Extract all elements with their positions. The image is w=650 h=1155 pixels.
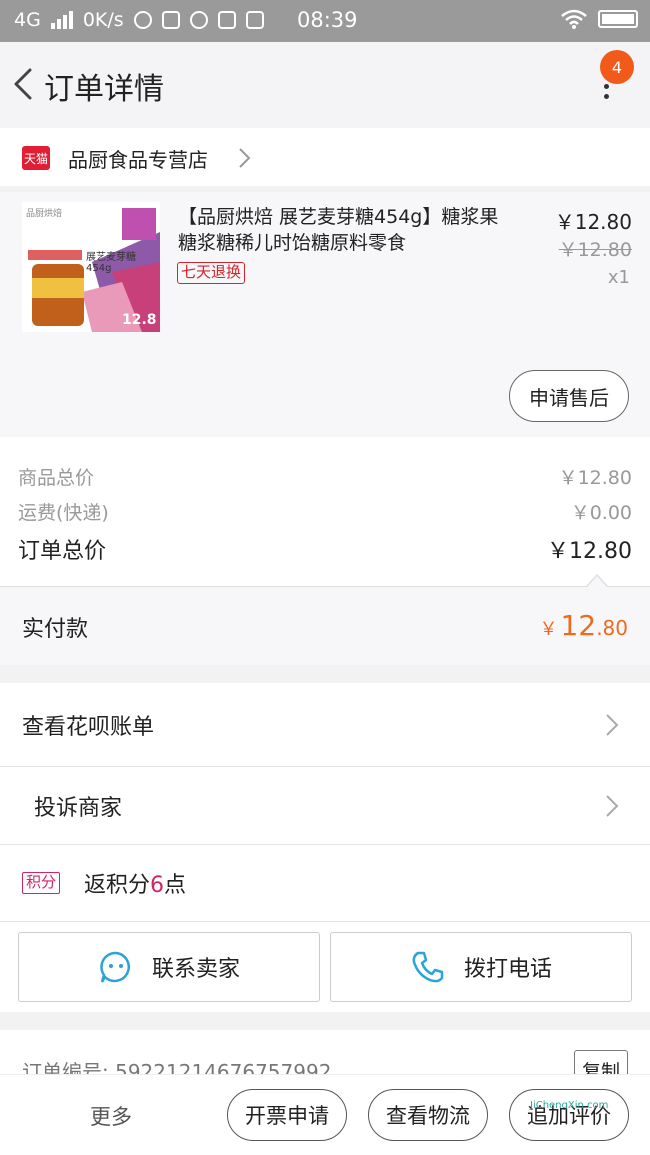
qq-icon <box>133 11 152 29</box>
order-total-row: 订单总价 ￥12.80 <box>18 533 632 565</box>
points-suffix: 点 <box>164 873 187 898</box>
chevron-right-icon <box>239 148 251 168</box>
huabei-bill-label: 查看花呗账单 <box>22 714 155 740</box>
product-quantity: x1 <box>607 267 630 288</box>
battery-icon <box>598 10 638 28</box>
chat-bubble-icon <box>100 951 130 983</box>
bottom-action-bar: 更多 开票申请 查看物流 追加评价 <box>0 1074 650 1155</box>
phone-icon <box>412 951 444 983</box>
seven-day-return-badge: 七天退换 <box>177 262 246 284</box>
shipping-value: ￥0.00 <box>570 502 632 524</box>
goods-total-value: ￥12.80 <box>558 467 632 489</box>
points-row: 积分 返积分6点 <box>0 845 650 922</box>
chat-icon <box>189 11 208 29</box>
order-total-label: 订单总价 <box>18 539 107 564</box>
points-prefix: 返积分 <box>84 873 151 898</box>
chevron-right-icon <box>606 713 619 736</box>
thumb-brand: 品厨烘焙 <box>26 209 63 219</box>
product-price: ￥12.80 <box>554 210 632 234</box>
status-left: 4G 0K/s <box>14 9 264 31</box>
product-thumbnail[interactable]: 品厨烘焙 展艺麦芽糖454g 12.8 <box>22 202 160 332</box>
shipping-label: 运费(快递) <box>18 502 109 524</box>
tmall-logo-icon: 天猫 <box>22 146 50 170</box>
more-button[interactable]: 更多 <box>90 1101 132 1131</box>
product-card[interactable]: 品厨烘焙 展艺麦芽糖454g 12.8 【品厨烘焙 展艺麦芽糖454g】糖浆果糖… <box>0 192 650 437</box>
price-summary: 商品总价 ￥12.80 运费(快递) ￥0.00 订单总价 ￥12.80 <box>0 437 650 587</box>
chevron-right-icon <box>606 794 619 817</box>
contact-actions: 联系卖家 拨打电话 <box>0 922 650 1012</box>
complain-seller-label: 投诉商家 <box>34 795 123 821</box>
order-number-row: 订单编号: 59221214676757992 复制 <box>0 1030 650 1080</box>
wifi-icon <box>561 9 587 29</box>
view-logistics-button[interactable]: 查看物流 <box>368 1089 488 1141</box>
original-price: ￥12.80 <box>558 239 632 261</box>
net-speed: 0K/s <box>82 9 124 31</box>
thumb-spec: 展艺麦芽糖454g <box>86 252 136 274</box>
status-right <box>560 9 638 29</box>
actual-payment-amount: ￥ 12 .80 <box>540 609 628 642</box>
browser-icon <box>161 11 180 29</box>
shipping-row: 运费(快递) ￥0.00 <box>18 498 632 525</box>
nav-bar: 订单详情 <box>0 42 650 128</box>
thumb-price: 12.8 <box>122 312 157 328</box>
huabei-bill-row[interactable]: 查看花呗账单 <box>0 683 650 767</box>
network-type: 4G <box>14 9 41 31</box>
points-text: 返积分6点 <box>84 867 186 899</box>
actual-payment-label: 实付款 <box>22 617 89 642</box>
divider-notch-inner <box>587 576 607 587</box>
status-bar: 4G 0K/s 08:39 <box>0 0 650 42</box>
amount-decimal: .80 <box>596 616 628 640</box>
amount-integer: 12 <box>560 609 597 642</box>
call-phone-label: 拨打电话 <box>463 957 552 982</box>
actual-payment-row: 实付款 ￥ 12 .80 <box>0 587 650 665</box>
contact-seller-button[interactable]: 联系卖家 <box>18 932 320 1002</box>
clock: 08:39 <box>297 8 358 32</box>
signal-icon <box>50 11 73 29</box>
back-arrow-icon[interactable] <box>8 64 44 104</box>
shop-name: 品厨食品专营店 <box>68 148 208 172</box>
android-icon <box>217 11 236 29</box>
complain-seller-row[interactable]: 投诉商家 <box>0 767 650 845</box>
goods-total-label: 商品总价 <box>18 467 95 489</box>
after-sale-button[interactable]: 申请售后 <box>509 370 629 422</box>
add-review-button[interactable]: 追加评价 <box>509 1089 629 1141</box>
currency-symbol: ￥ <box>539 619 558 640</box>
shopping-bag-icon <box>245 11 264 29</box>
shop-row[interactable]: 天猫 品厨食品专营店 <box>0 128 650 186</box>
product-title[interactable]: 【品厨烘焙 展艺麦芽糖454g】糖浆果糖浆糖稀儿时饴糖原料零食 <box>178 204 508 256</box>
watermark: JiChengXin.com <box>530 1100 609 1111</box>
points-badge: 积分 <box>22 872 61 894</box>
invoice-request-button[interactable]: 开票申请 <box>227 1089 347 1141</box>
page-title: 订单详情 <box>44 72 164 107</box>
call-phone-button[interactable]: 拨打电话 <box>330 932 632 1002</box>
order-total-value: ￥12.80 <box>547 539 632 564</box>
notification-badge: 4 <box>600 50 634 84</box>
contact-seller-label: 联系卖家 <box>151 957 240 982</box>
points-value: 6 <box>150 873 165 898</box>
goods-total-row: 商品总价 ￥12.80 <box>18 463 632 490</box>
